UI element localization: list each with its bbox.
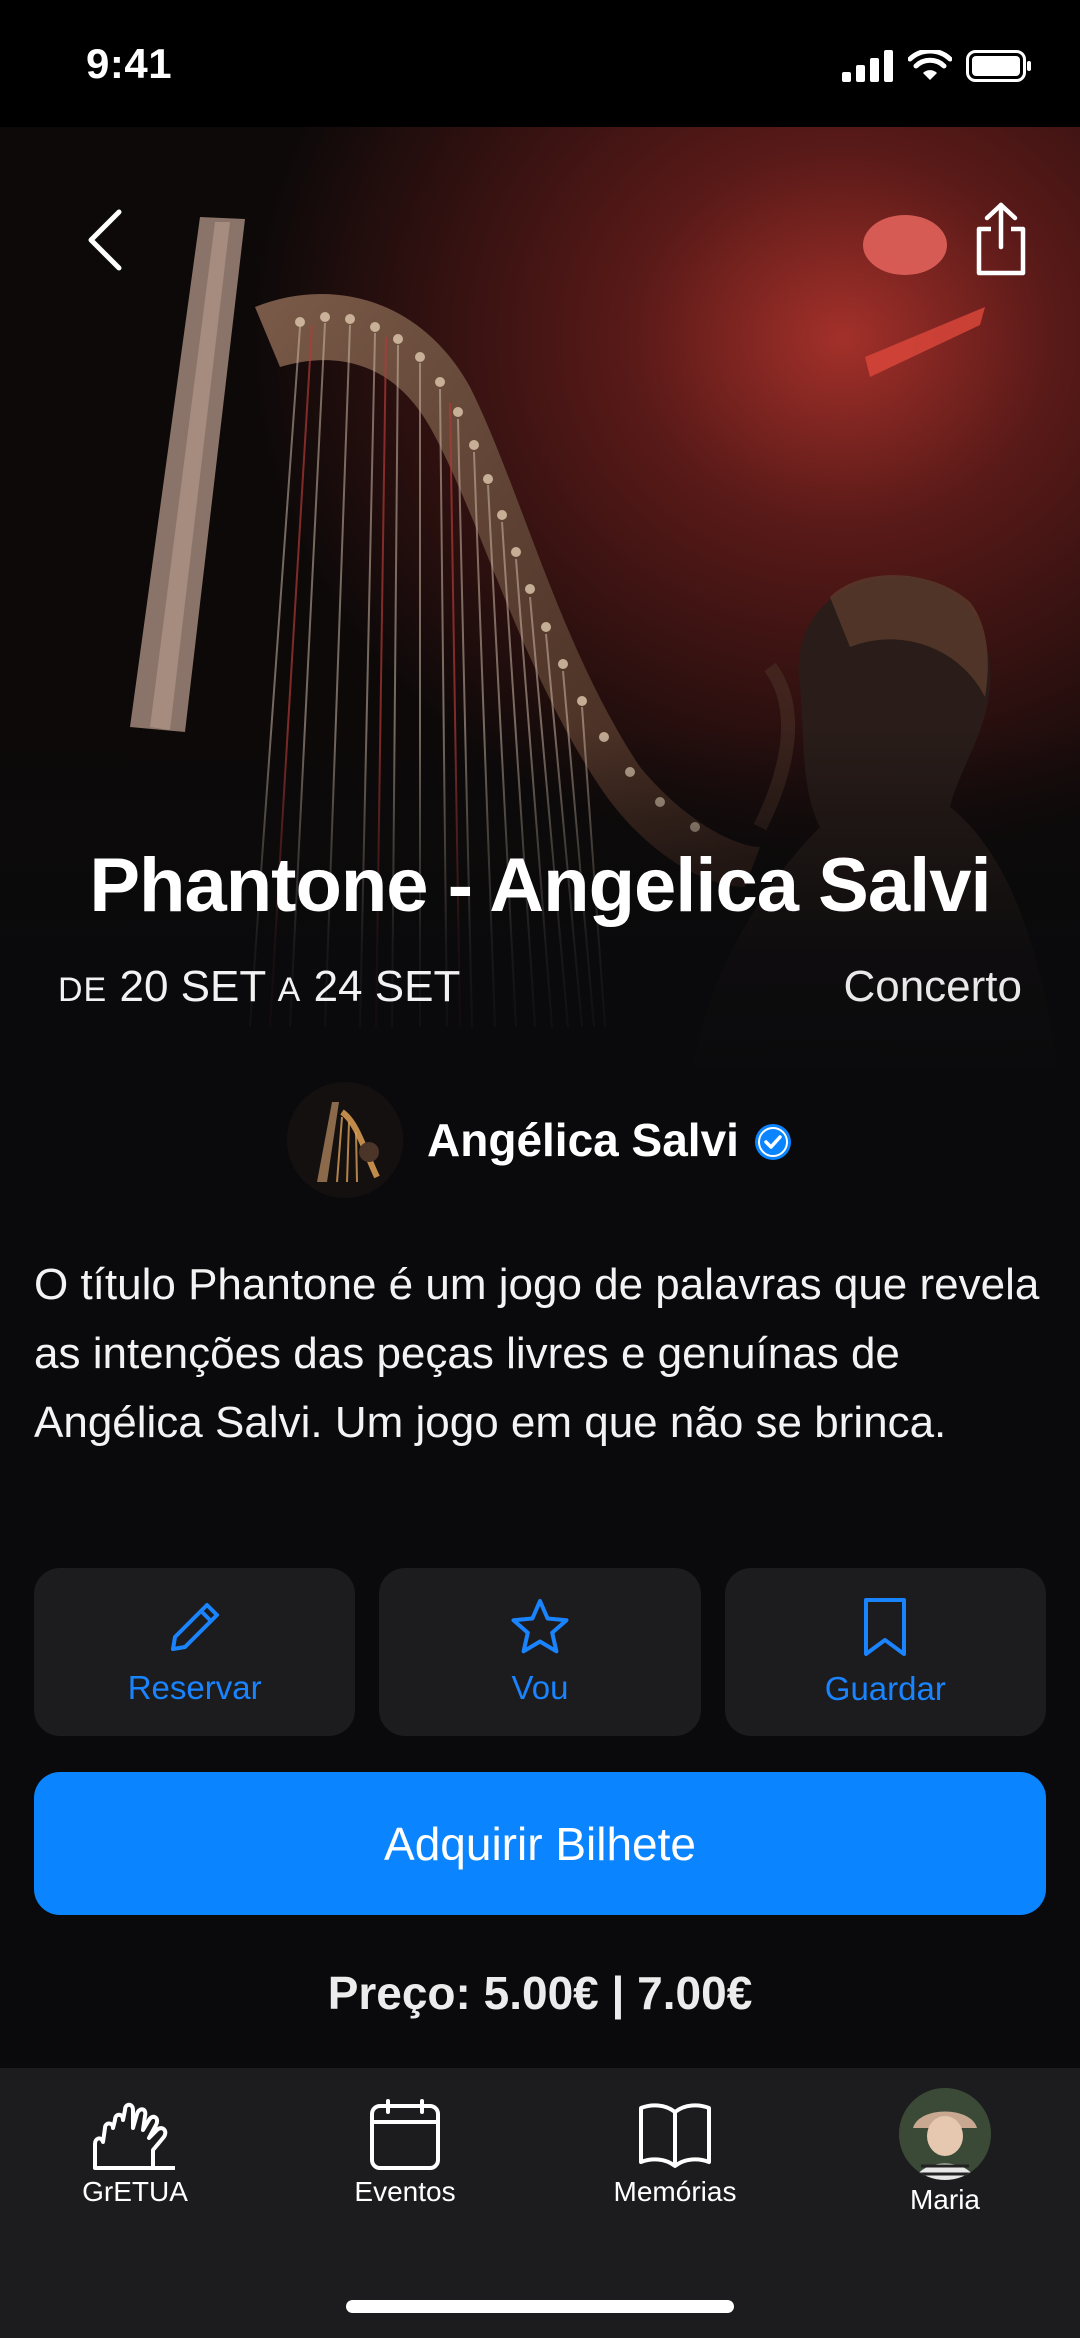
hands-icon — [93, 2102, 175, 2170]
book-icon — [639, 2103, 711, 2168]
profile-avatar — [899, 2088, 991, 2180]
verified-badge-icon — [754, 1124, 791, 1160]
tab-memorias-label: Memórias — [613, 2176, 737, 2207]
share-icon — [976, 202, 1026, 276]
tab-memorias[interactable]: Memórias — [565, 2098, 785, 2208]
status-time: 9:41 — [86, 40, 173, 87]
hero-image — [0, 127, 1080, 1087]
tab-profile[interactable]: Maria — [835, 2088, 1055, 2216]
event-category: Concerto — [843, 962, 1022, 1011]
reserve-label: Reservar — [127, 1669, 262, 1706]
tab-bar: GrETUA Eventos Memórias Maria — [0, 2068, 1080, 2338]
star-icon — [511, 1599, 569, 1654]
status-icons — [842, 46, 1032, 86]
home-indicator — [346, 2300, 734, 2313]
tab-eventos-label: Eventos — [354, 2176, 456, 2207]
event-description: O título Phantone é um jogo de palavras … — [34, 1260, 1040, 1447]
going-label: Vou — [511, 1669, 569, 1706]
tab-eventos[interactable]: Eventos — [295, 2098, 515, 2208]
battery-icon — [966, 50, 1031, 82]
bookmark-icon — [864, 1598, 907, 1656]
tab-gretua-label: GrETUA — [82, 2176, 188, 2207]
back-button[interactable] — [70, 200, 140, 280]
going-button[interactable]: Vou — [379, 1568, 701, 1736]
date-from-word: DE — [58, 971, 108, 1009]
calendar-icon — [370, 2099, 440, 2170]
tab-profile-label: Maria — [909, 2184, 980, 2215]
artist-row[interactable]: Angélica Salvi — [0, 1082, 1080, 1198]
buy-ticket-button[interactable]: Adquirir Bilhete — [34, 1772, 1046, 1915]
save-label: Guardar — [824, 1670, 946, 1707]
price-text: Preço: 5.00€ | 7.00€ — [327, 1967, 753, 2019]
date-end: 24 SET — [313, 962, 461, 1011]
event-dates: DE 20 SET A 24 SET — [58, 962, 460, 1012]
artist-name[interactable]: Angélica Salvi — [427, 1113, 739, 1167]
artist-avatar[interactable] — [287, 1082, 404, 1198]
chevron-left-icon — [88, 209, 122, 271]
status-bar: 9:41 — [0, 0, 1080, 127]
tab-gretua[interactable]: GrETUA — [25, 2098, 245, 2208]
save-button[interactable]: Guardar — [724, 1568, 1046, 1736]
action-cards: Reservar Vou Guardar — [34, 1568, 1046, 1736]
cellular-signal-icon — [842, 50, 893, 82]
reserve-button[interactable]: Reservar — [34, 1568, 356, 1736]
event-title: Phantone - Angelica Salvi — [89, 843, 991, 928]
wifi-icon — [908, 50, 952, 80]
date-start: 20 SET — [119, 962, 266, 1011]
artist-avatar-image — [287, 1082, 404, 1198]
date-to-word: A — [277, 971, 302, 1009]
pencil-icon — [170, 1603, 219, 1651]
profile-avatar-image — [899, 2088, 991, 2180]
share-button[interactable] — [966, 196, 1036, 282]
